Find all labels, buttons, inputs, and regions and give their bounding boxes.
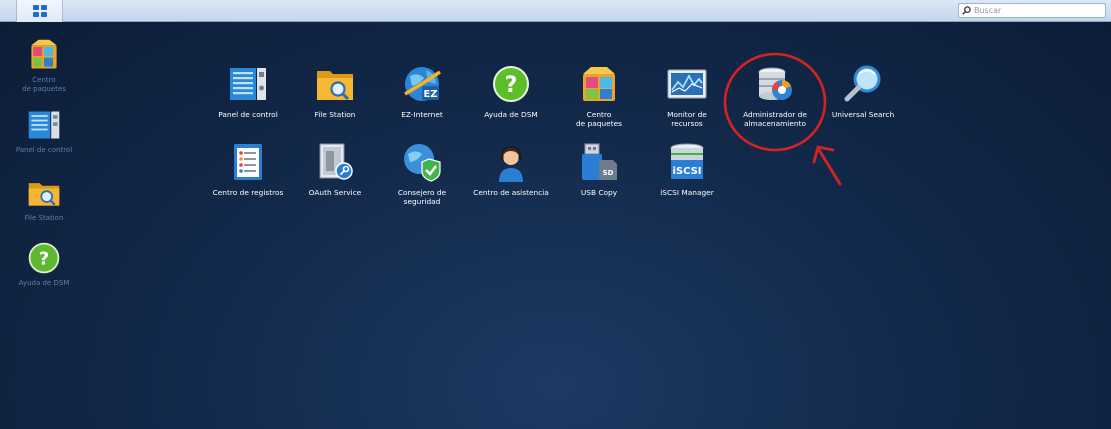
sd-badge: SD — [603, 169, 614, 177]
app-label: Universal Search — [831, 110, 895, 119]
app-label: Administrador de almacenamiento — [743, 110, 807, 128]
ez-badge: EZ — [423, 89, 437, 100]
app-oauth-service[interactable]: OAuth Service — [291, 142, 379, 197]
control-panel-icon — [230, 68, 266, 100]
search-box[interactable] — [958, 3, 1106, 18]
app-support-center[interactable]: Centro de asistencia — [467, 142, 555, 197]
app-package-center[interactable]: Centro de paquetes — [555, 64, 643, 128]
app-label: Monitor de recursos — [667, 110, 707, 128]
desktop-shortcut-control-panel[interactable]: Panel de control — [4, 107, 84, 155]
control-panel-icon — [28, 111, 60, 139]
desktop-shortcut-label: Ayuda de DSM — [18, 279, 70, 287]
search-input[interactable] — [974, 6, 1102, 15]
app-usb-copy[interactable]: SD USB Copy — [555, 142, 643, 197]
app-label: Centro de asistencia — [473, 188, 549, 197]
app-label: Centro de paquetes — [575, 110, 623, 128]
app-storage-manager[interactable]: Administrador de almacenamiento — [731, 64, 819, 128]
support-agent-icon — [499, 146, 523, 182]
app-log-center[interactable]: Centro de registros — [204, 142, 292, 197]
folder-search-icon — [317, 71, 353, 101]
oauth-icon — [319, 143, 353, 180]
storage-manager-icon — [758, 67, 792, 100]
desktop-shortcut-label: File Station — [24, 214, 64, 222]
desktop-shortcut-package-center[interactable]: Centro de paquetes — [4, 37, 84, 94]
log-center-icon — [234, 144, 262, 180]
globe-ez-icon: EZ — [404, 67, 441, 101]
usb-sd-icon: SD — [582, 143, 617, 180]
desktop-shortcut-label: Panel de control — [15, 146, 73, 154]
app-label: EZ-Internet — [401, 110, 443, 119]
svg-text:?: ? — [505, 73, 518, 98]
security-shield-icon — [404, 144, 441, 182]
highlight-arrow-head — [812, 145, 835, 164]
help-icon: ? — [28, 242, 60, 274]
svg-text:?: ? — [39, 248, 49, 269]
main-menu-button[interactable] — [16, 0, 63, 22]
app-iscsi-manager[interactable]: iSCSI iSCSI Manager — [643, 142, 731, 197]
app-control-panel[interactable]: Panel de control — [204, 64, 292, 119]
app-label: iSCSI Manager — [660, 188, 714, 197]
iscsi-badge: iSCSI — [672, 166, 701, 177]
desktop-shortcut-label: Centro de paquetes — [22, 76, 66, 93]
app-label: File Station — [314, 110, 356, 119]
app-label: USB Copy — [580, 188, 618, 197]
folder-icon — [28, 183, 60, 206]
app-ez-internet[interactable]: EZ EZ-Internet — [378, 64, 466, 119]
package-center-icon — [583, 67, 615, 101]
app-dsm-help[interactable]: ? Ayuda de DSM — [467, 64, 555, 119]
taskbar — [0, 0, 1111, 22]
grid-icon — [32, 5, 47, 17]
package-center-icon — [31, 39, 57, 69]
app-file-station[interactable]: File Station — [291, 64, 379, 119]
iscsi-icon: iSCSI — [670, 143, 704, 179]
desktop-shortcut-dsm-help[interactable]: ? Ayuda de DSM — [4, 240, 84, 288]
magnifier-icon — [844, 65, 881, 102]
app-resource-monitor[interactable]: Monitor de recursos — [643, 64, 731, 128]
desktop-shortcut-file-station[interactable]: File Station — [4, 175, 84, 223]
app-universal-search[interactable]: Universal Search — [819, 64, 907, 119]
help-icon: ? — [493, 66, 529, 102]
app-label: Panel de control — [218, 110, 278, 119]
highlight-arrow — [817, 148, 842, 186]
resource-monitor-icon — [667, 69, 707, 99]
app-label: Consejero de seguridad — [397, 188, 447, 206]
app-security-advisor[interactable]: Consejero de seguridad — [378, 142, 466, 206]
app-label: Centro de registros — [212, 188, 284, 197]
app-label: OAuth Service — [308, 188, 362, 197]
search-icon — [962, 6, 971, 15]
app-label: Ayuda de DSM — [484, 110, 538, 119]
